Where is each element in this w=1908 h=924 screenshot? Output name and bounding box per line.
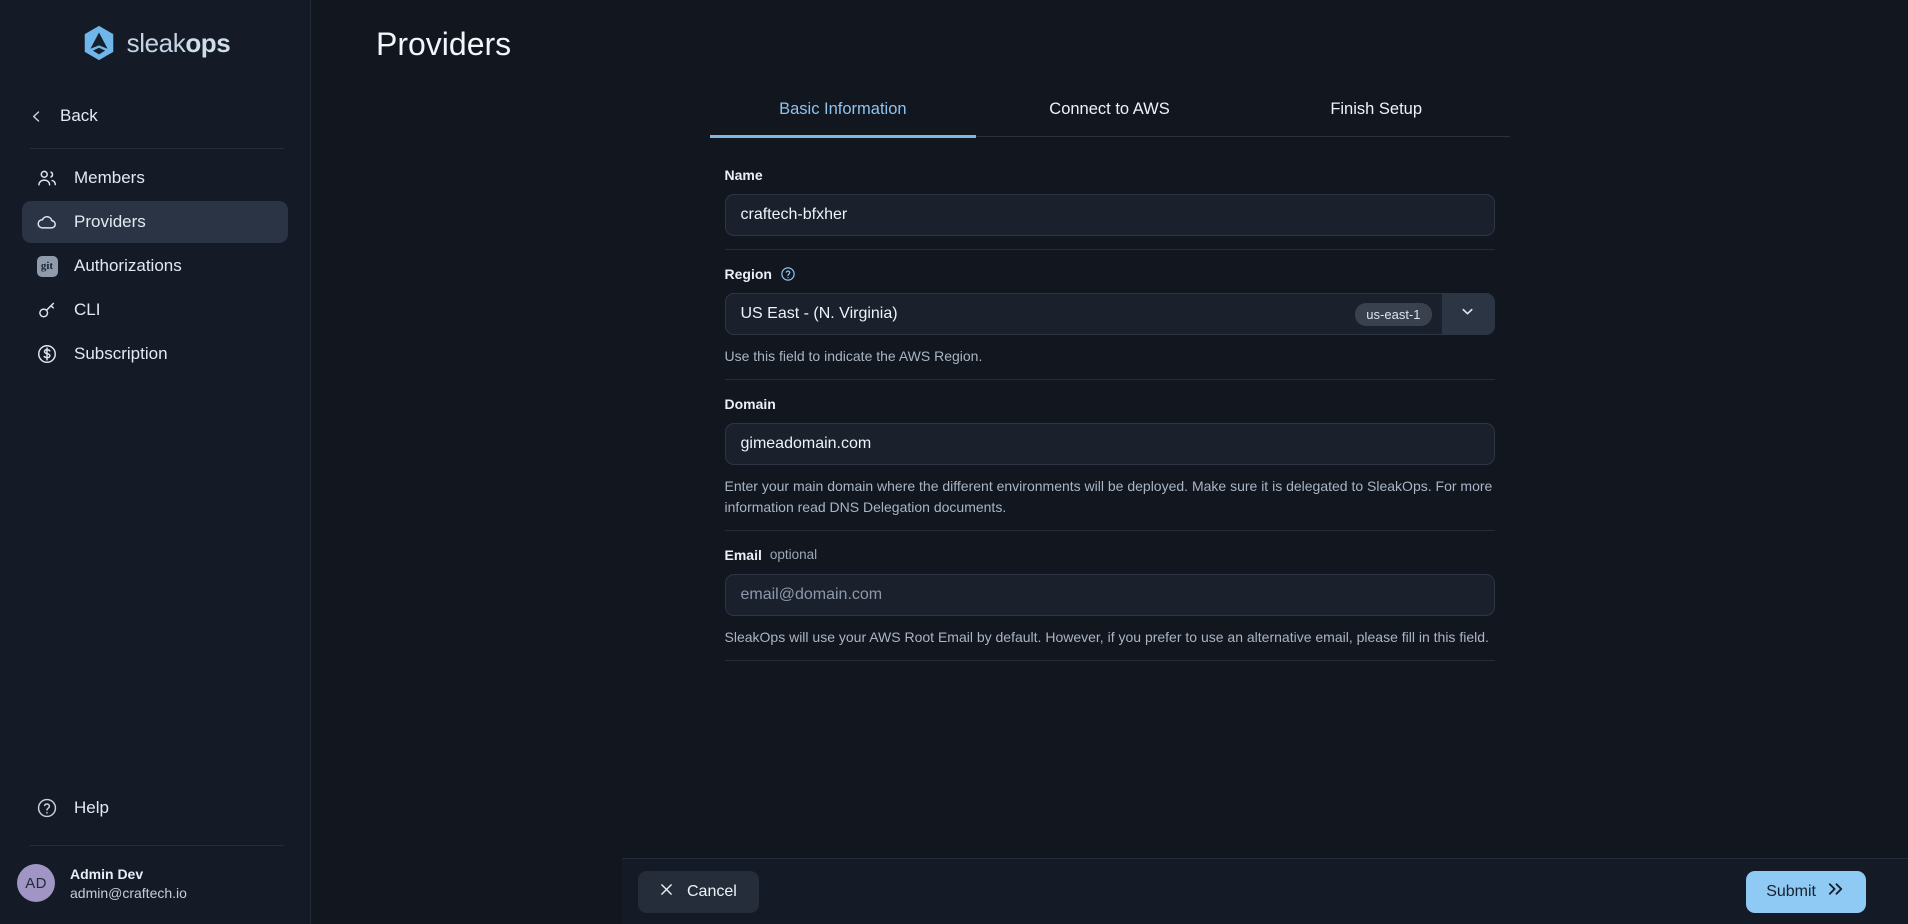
region-select[interactable]: US East - (N. Virginia) us-east-1 [724,293,1495,335]
back-button[interactable]: Back [30,94,286,138]
field-domain: Domain gimeadomain.com Enter your main d… [724,396,1495,531]
region-dropdown-button[interactable] [1441,294,1494,334]
domain-hint: Enter your main domain where the differe… [724,478,1493,515]
key-icon [36,299,58,321]
domain-label-text: Domain [724,396,776,413]
brand-name-bold: ops [185,27,231,58]
page-title: Providers [376,26,512,62]
email-label: Email optional [725,547,1495,563]
name-input[interactable]: craftech-bfxher [724,194,1495,236]
email-label-text: Email [724,546,762,563]
sidebar-item-label: Providers [74,212,146,231]
brand-logo[interactable]: sleakops [0,0,310,86]
help-label: Help [74,798,109,817]
profile-text: Admin Dev admin@craftech.io [70,866,187,901]
cloud-icon [36,211,58,233]
git-badge-glyph: git [36,255,58,277]
content-area: Basic Information Connect to AWS Finish … [311,88,1908,858]
user-profile[interactable]: AD Admin Dev admin@craftech.io [0,846,310,924]
region-label: Region [725,266,1495,282]
sidebar-item-providers[interactable]: Providers [22,201,288,243]
wizard-tabs: Basic Information Connect to AWS Finish … [709,88,1510,138]
sidebar-item-label: Authorizations [74,256,182,275]
brand-wordmark: sleakops [127,28,231,59]
profile-email: admin@craftech.io [70,884,187,901]
chevron-left-icon [30,110,43,123]
region-code-badge: us-east-1 [1355,302,1432,326]
question-circle-icon [36,797,58,819]
sidebar: sleakops Back Members Providers git Auth… [0,0,311,924]
sleakops-hexagon-logo-icon [80,24,118,62]
sidebar-item-label: CLI [74,300,101,319]
field-region: Region US East - (N. Virginia) us-east-1 [724,266,1495,381]
domain-label: Domain [725,396,1495,412]
domain-input[interactable]: gimeadomain.com [724,423,1495,466]
sidebar-item-label: Members [74,168,145,187]
sidebar-item-members[interactable]: Members [22,157,288,199]
field-email: Email optional email@domain.com SleakOps… [724,547,1495,662]
name-label-text: Name [724,167,763,183]
region-hint: Use this field to indicate the AWS Regio… [724,348,983,364]
form-action-bar: Cancel Submit [622,858,1908,924]
name-label: Name [725,167,1495,183]
back-label: Back [60,106,98,125]
email-optional-tag: optional [769,547,818,563]
dollar-circle-icon [36,343,58,365]
cancel-label: Cancel [687,882,737,900]
tab-finish-setup[interactable]: Finish Setup [1243,88,1510,138]
double-chevron-right-icon [1827,881,1846,902]
sidebar-item-help[interactable]: Help [22,787,288,829]
avatar: AD [17,864,55,902]
email-input[interactable]: email@domain.com [724,573,1495,616]
users-icon [36,167,58,189]
sidebar-divider-top [30,148,284,149]
sidebar-item-cli[interactable]: CLI [22,289,288,331]
brand-name-light: sleak [126,27,186,58]
tab-connect-to-aws[interactable]: Connect to AWS [976,88,1243,138]
sidebar-item-authorizations[interactable]: git Authorizations [22,245,288,287]
cancel-button[interactable]: Cancel [638,870,759,913]
close-icon [660,883,673,901]
submit-label: Submit [1766,882,1816,900]
chevron-down-icon [1459,303,1476,325]
help-circle-icon[interactable] [780,266,796,282]
sidebar-item-subscription[interactable]: Subscription [22,333,288,375]
email-hint: SleakOps will use your AWS Root Email by… [724,628,1489,645]
git-icon: git [36,255,58,277]
provider-form: Name craftech-bfxher Region US East - (N… [724,137,1495,662]
tab-basic-information[interactable]: Basic Information [709,88,977,138]
field-name: Name craftech-bfxher [724,167,1495,250]
sidebar-item-label: Subscription [74,344,168,363]
main-content: Providers Basic Information Connect to A… [311,0,1908,924]
region-select-value: US East - (N. Virginia) [740,305,898,322]
sidebar-nav: Members Providers git Authorizations CLI… [0,157,310,375]
app-root: sleakops Back Members Providers git Auth… [0,0,1908,924]
profile-name: Admin Dev [70,865,144,882]
submit-button[interactable]: Submit [1746,870,1866,913]
region-label-text: Region [724,266,772,282]
